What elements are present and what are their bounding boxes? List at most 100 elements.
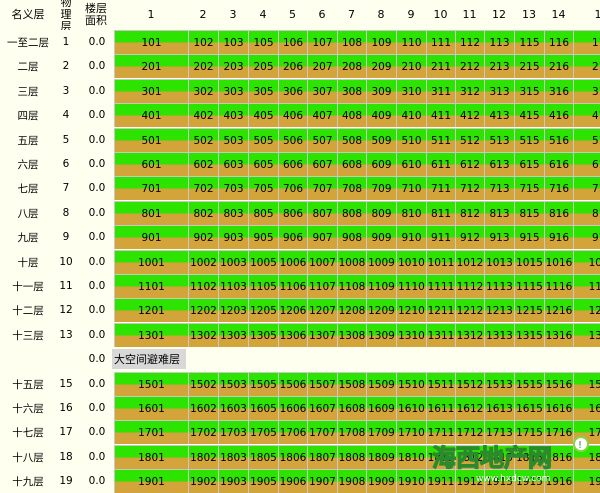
unit-cell[interactable]: 211: [426, 54, 455, 78]
unit-cell[interactable]: 1911: [426, 469, 455, 493]
unit-cell[interactable]: 1801: [114, 445, 188, 469]
unit-cell[interactable]: 910: [396, 225, 426, 249]
unit-cell[interactable]: 901: [114, 225, 188, 249]
unit-cell[interactable]: 505: [248, 128, 278, 152]
unit-cell[interactable]: 216: [544, 54, 573, 78]
unit-cell[interactable]: 1116: [544, 274, 573, 298]
unit-cell[interactable]: 805: [248, 201, 278, 225]
unit-cell[interactable]: 1206: [278, 298, 307, 322]
unit-cell[interactable]: 908: [337, 225, 366, 249]
unit-cell[interactable]: 1015: [514, 250, 544, 274]
unit-cell[interactable]: 1710: [396, 420, 426, 444]
unit-cell[interactable]: 1601: [114, 396, 188, 420]
unit-cell[interactable]: 1913: [484, 469, 514, 493]
unit-cell[interactable]: 116: [544, 30, 573, 54]
unit-cell[interactable]: 215: [514, 54, 544, 78]
unit-cell[interactable]: 1712: [455, 420, 484, 444]
unit-cell[interactable]: 109: [366, 30, 396, 54]
unit-cell[interactable]: 1010: [396, 250, 426, 274]
unit-cell[interactable]: 409: [366, 103, 396, 127]
unit-cell[interactable]: 603: [218, 152, 248, 176]
unit-cell[interactable]: 1703: [218, 420, 248, 444]
unit-cell[interactable]: 315: [514, 79, 544, 103]
unit-cell[interactable]: 713: [484, 176, 514, 200]
unit-cell[interactable]: 203: [218, 54, 248, 78]
unit-cell[interactable]: 810: [396, 201, 426, 225]
unit-cell[interactable]: 306: [278, 79, 307, 103]
unit-cell[interactable]: 1916: [544, 469, 573, 493]
unit-cell[interactable]: 1105: [248, 274, 278, 298]
unit-cell[interactable]: 207: [307, 54, 337, 78]
unit-cell[interactable]: 413: [484, 103, 514, 127]
unit-cell[interactable]: 1117: [573, 274, 600, 298]
unit-cell[interactable]: 1208: [337, 298, 366, 322]
unit-cell[interactable]: 302: [188, 79, 218, 103]
unit-cell[interactable]: 1915: [514, 469, 544, 493]
unit-cell[interactable]: 1902: [188, 469, 218, 493]
unit-cell[interactable]: 1716: [544, 420, 573, 444]
unit-cell[interactable]: 1307: [307, 323, 337, 347]
unit-cell[interactable]: 1207: [307, 298, 337, 322]
unit-cell[interactable]: 511: [426, 128, 455, 152]
unit-cell[interactable]: 105: [248, 30, 278, 54]
unit-cell[interactable]: 712: [455, 176, 484, 200]
unit-cell[interactable]: 517: [573, 128, 600, 152]
unit-cell[interactable]: 1815: [514, 445, 544, 469]
unit-cell[interactable]: 1709: [366, 420, 396, 444]
unit-cell[interactable]: 1216: [544, 298, 573, 322]
unit-cell[interactable]: 909: [366, 225, 396, 249]
unit-cell[interactable]: 903: [218, 225, 248, 249]
unit-cell[interactable]: 1310: [396, 323, 426, 347]
unit-cell[interactable]: 115: [514, 30, 544, 54]
unit-cell[interactable]: 1516: [544, 372, 573, 396]
unit-cell[interactable]: 208: [337, 54, 366, 78]
unit-cell[interactable]: 917: [573, 225, 600, 249]
unit-cell[interactable]: 1013: [484, 250, 514, 274]
unit-cell[interactable]: 209: [366, 54, 396, 78]
unit-cell[interactable]: 1503: [218, 372, 248, 396]
unit-cell[interactable]: 205: [248, 54, 278, 78]
unit-cell[interactable]: 113: [484, 30, 514, 54]
unit-cell[interactable]: 103: [218, 30, 248, 54]
unit-cell[interactable]: 1108: [337, 274, 366, 298]
unit-cell[interactable]: 1807: [307, 445, 337, 469]
unit-cell[interactable]: 801: [114, 201, 188, 225]
unit-cell[interactable]: 110: [396, 30, 426, 54]
unit-cell[interactable]: 816: [544, 201, 573, 225]
unit-cell[interactable]: 715: [514, 176, 544, 200]
unit-cell[interactable]: 609: [366, 152, 396, 176]
unit-cell[interactable]: 1706: [278, 420, 307, 444]
unit-cell[interactable]: 1608: [337, 396, 366, 420]
unit-cell[interactable]: 711: [426, 176, 455, 200]
unit-cell[interactable]: 913: [484, 225, 514, 249]
unit-cell[interactable]: 1909: [366, 469, 396, 493]
unit-cell[interactable]: 815: [514, 201, 544, 225]
unit-cell[interactable]: 106: [278, 30, 307, 54]
unit-cell[interactable]: 403: [218, 103, 248, 127]
unit-cell[interactable]: 1802: [188, 445, 218, 469]
unit-cell[interactable]: 717: [573, 176, 600, 200]
unit-cell[interactable]: 501: [114, 128, 188, 152]
unit-cell[interactable]: 1306: [278, 323, 307, 347]
unit-cell[interactable]: 1303: [218, 323, 248, 347]
unit-cell[interactable]: 1509: [366, 372, 396, 396]
unit-cell[interactable]: 201: [114, 54, 188, 78]
unit-cell[interactable]: 1016: [544, 250, 573, 274]
unit-cell[interactable]: 206: [278, 54, 307, 78]
unit-cell[interactable]: 1213: [484, 298, 514, 322]
unit-cell[interactable]: 1313: [484, 323, 514, 347]
unit-cell[interactable]: 1813: [484, 445, 514, 469]
unit-cell[interactable]: 1508: [337, 372, 366, 396]
unit-cell[interactable]: 1513: [484, 372, 514, 396]
unit-cell[interactable]: 1717: [573, 420, 600, 444]
unit-cell[interactable]: 1001: [114, 250, 188, 274]
unit-cell[interactable]: 906: [278, 225, 307, 249]
unit-cell[interactable]: 716: [544, 176, 573, 200]
unit-cell[interactable]: 1616: [544, 396, 573, 420]
unit-cell[interactable]: 1511: [426, 372, 455, 396]
unit-cell[interactable]: 705: [248, 176, 278, 200]
unit-cell[interactable]: 617: [573, 152, 600, 176]
unit-cell[interactable]: 602: [188, 152, 218, 176]
unit-cell[interactable]: 1907: [307, 469, 337, 493]
unit-cell[interactable]: 1111: [426, 274, 455, 298]
